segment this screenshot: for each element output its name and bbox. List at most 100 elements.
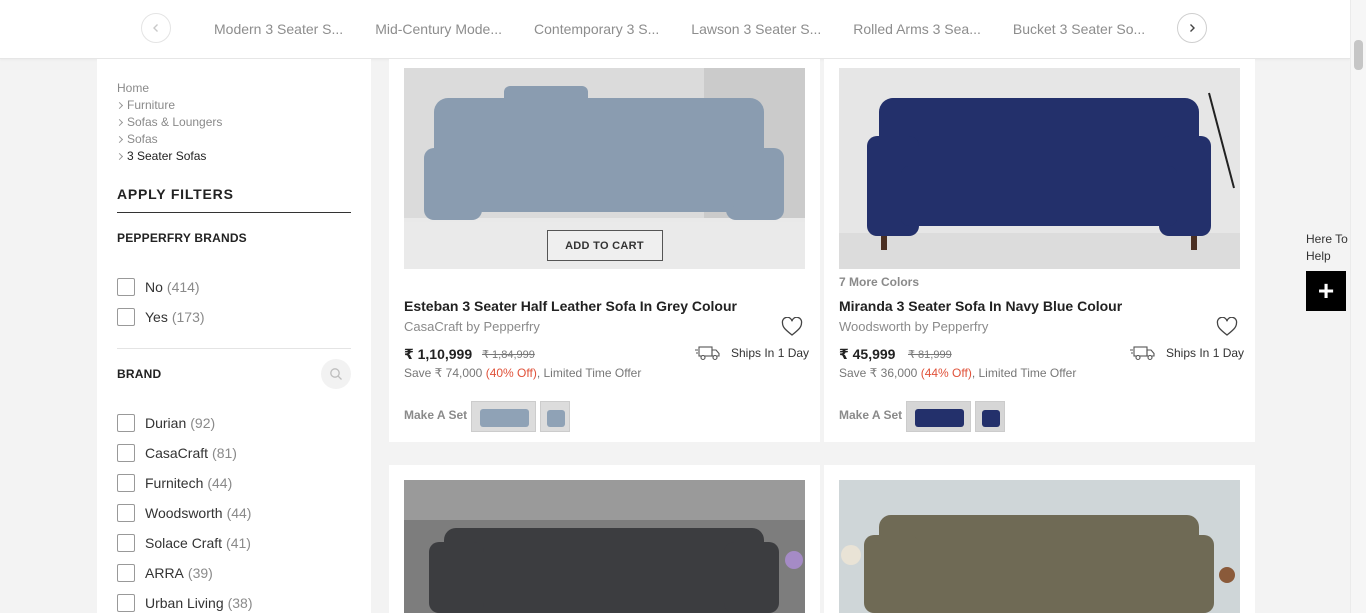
category-tab[interactable]: Mid-Century Mode... — [359, 21, 518, 37]
breadcrumb-furniture[interactable]: Furniture — [117, 97, 222, 114]
breadcrumb-sofas-loungers[interactable]: Sofas & Loungers — [117, 114, 222, 131]
product-savings: Save ₹ 36,000 (44% Off), Limited Time Of… — [839, 366, 1076, 380]
filter-option-label: Durian — [145, 415, 187, 431]
product-mrp: ₹ 1,84,999 — [482, 349, 535, 361]
filter-option-count: (39) — [187, 565, 213, 581]
product-card[interactable] — [389, 465, 820, 613]
search-icon — [330, 368, 342, 380]
savings-amount: Save ₹ 74,000 — [404, 366, 486, 380]
heart-icon[interactable] — [1216, 317, 1238, 337]
product-name[interactable]: Miranda 3 Seater Sofa In Navy Blue Colou… — [839, 298, 1122, 314]
brand-option-furnitech[interactable]: Furnitech (44) — [117, 474, 232, 492]
discount-percent: (44% Off) — [920, 366, 972, 380]
breadcrumb-sofas[interactable]: Sofas — [117, 131, 222, 148]
filter-option-count: (92) — [190, 415, 216, 431]
category-nav-bar: Modern 3 Seater S... Mid-Century Mode...… — [0, 0, 1350, 59]
checkbox[interactable] — [117, 278, 135, 296]
product-mrp: ₹ 81,999 — [908, 349, 952, 361]
filter-option-label: Furnitech — [145, 475, 204, 491]
prev-category-button[interactable] — [141, 13, 171, 43]
breadcrumb: Home Furniture Sofas & Loungers Sofas 3 … — [117, 80, 222, 165]
category-tab[interactable]: Lawson 3 Seater S... — [675, 21, 837, 37]
shipping-text: Ships In 1 Day — [1166, 346, 1245, 360]
brand-option-solace-craft[interactable]: Solace Craft (41) — [117, 534, 251, 552]
discount-percent: (40% Off) — [485, 366, 537, 380]
brand-option-arra[interactable]: ARRA (39) — [117, 564, 213, 582]
category-tab[interactable]: Modern 3 Seater S... — [198, 21, 359, 37]
brand-filter-title: BRAND — [117, 367, 162, 381]
checkbox[interactable] — [117, 504, 135, 522]
filter-option-count: (38) — [227, 595, 253, 611]
brand-option-urban-living[interactable]: Urban Living (38) — [117, 594, 253, 612]
product-price: ₹ 45,999 — [839, 346, 896, 362]
filter-option-count: (414) — [166, 279, 200, 295]
checkbox[interactable] — [117, 534, 135, 552]
checkbox[interactable] — [117, 444, 135, 462]
breadcrumb-current: 3 Seater Sofas — [117, 148, 222, 165]
product-image[interactable] — [404, 480, 805, 613]
category-tab[interactable]: Bucket 3 Seater So... — [997, 21, 1161, 37]
brand-option-woodsworth[interactable]: Woodsworth (44) — [117, 504, 251, 522]
filter-divider — [117, 348, 351, 349]
product-image[interactable] — [839, 68, 1240, 269]
filter-option-count: (173) — [171, 309, 205, 325]
make-a-set-label: Make A Set — [404, 408, 468, 422]
category-tab[interactable]: Rolled Arms 3 Sea... — [837, 21, 997, 37]
brand-option-durian[interactable]: Durian (92) — [117, 414, 215, 432]
filter-option-label: Solace Craft — [145, 535, 223, 551]
product-card[interactable]: ADD TO CART Esteban 3 Seater Half Leathe… — [389, 59, 820, 442]
product-brand[interactable]: Woodsworth by Pepperfry — [839, 319, 988, 334]
shipping-info: Ships In 1 Day — [1130, 345, 1244, 361]
filter-option-yes[interactable]: Yes (173) — [117, 308, 205, 326]
checkbox[interactable] — [117, 474, 135, 492]
set-thumbnail[interactable] — [471, 401, 536, 432]
chevron-right-icon — [1190, 24, 1195, 32]
product-card[interactable]: 7 More Colors Miranda 3 Seater Sofa In N… — [824, 59, 1255, 442]
filter-option-label: No — [145, 279, 163, 295]
category-tab[interactable]: Contemporary 3 S... — [518, 21, 675, 37]
plus-icon: + — [1317, 275, 1335, 306]
product-brand[interactable]: CasaCraft by Pepperfry — [404, 319, 540, 334]
help-label: Here To Help — [1306, 232, 1348, 263]
filter-option-label: Urban Living — [145, 595, 224, 611]
filter-option-label: CasaCraft — [145, 445, 209, 461]
brand-option-casacraft[interactable]: CasaCraft (81) — [117, 444, 237, 462]
product-image[interactable]: ADD TO CART — [404, 68, 805, 269]
make-a-set-label: Make A Set — [839, 408, 903, 422]
help-button[interactable]: + — [1306, 271, 1346, 311]
filter-option-count: (44) — [207, 475, 233, 491]
apply-filters-heading: APPLY FILTERS — [117, 186, 351, 213]
product-image[interactable] — [839, 480, 1240, 613]
page-scrollbar[interactable] — [1350, 0, 1366, 613]
set-thumbnail[interactable] — [906, 401, 971, 432]
category-tabs: Modern 3 Seater S... Mid-Century Mode...… — [198, 0, 1158, 58]
filter-sidebar: Home Furniture Sofas & Loungers Sofas 3 … — [97, 59, 371, 613]
checkbox[interactable] — [117, 308, 135, 326]
scrollbar-thumb[interactable] — [1354, 40, 1363, 70]
pepperfry-brands-title: PEPPERFRY BRANDS — [117, 231, 247, 245]
shipping-info: Ships In 1 Day — [695, 345, 809, 361]
filter-option-count: (41) — [226, 535, 251, 551]
product-price: ₹ 1,10,999 — [404, 346, 473, 362]
filter-option-count: (81) — [212, 445, 237, 461]
breadcrumb-home[interactable]: Home — [117, 80, 222, 97]
heart-icon[interactable] — [781, 317, 803, 337]
more-colors-label[interactable]: 7 More Colors — [839, 275, 919, 289]
add-to-cart-button[interactable]: ADD TO CART — [546, 230, 663, 261]
next-category-button[interactable] — [1177, 13, 1207, 43]
filter-option-label: Woodsworth — [145, 505, 223, 521]
brand-search-button[interactable] — [321, 359, 351, 389]
chevron-left-icon — [153, 24, 158, 32]
product-card[interactable] — [824, 465, 1255, 613]
savings-amount: Save ₹ 36,000 — [839, 366, 921, 380]
filter-option-no[interactable]: No (414) — [117, 278, 200, 296]
filter-option-label: Yes — [145, 309, 168, 325]
truck-icon — [695, 346, 720, 361]
checkbox[interactable] — [117, 564, 135, 582]
shipping-text: Ships In 1 Day — [731, 346, 810, 360]
product-name[interactable]: Esteban 3 Seater Half Leather Sofa In Gr… — [404, 298, 737, 314]
checkbox[interactable] — [117, 414, 135, 432]
checkbox[interactable] — [117, 594, 135, 612]
set-thumbnail[interactable] — [540, 401, 570, 432]
set-thumbnail[interactable] — [975, 401, 1005, 432]
